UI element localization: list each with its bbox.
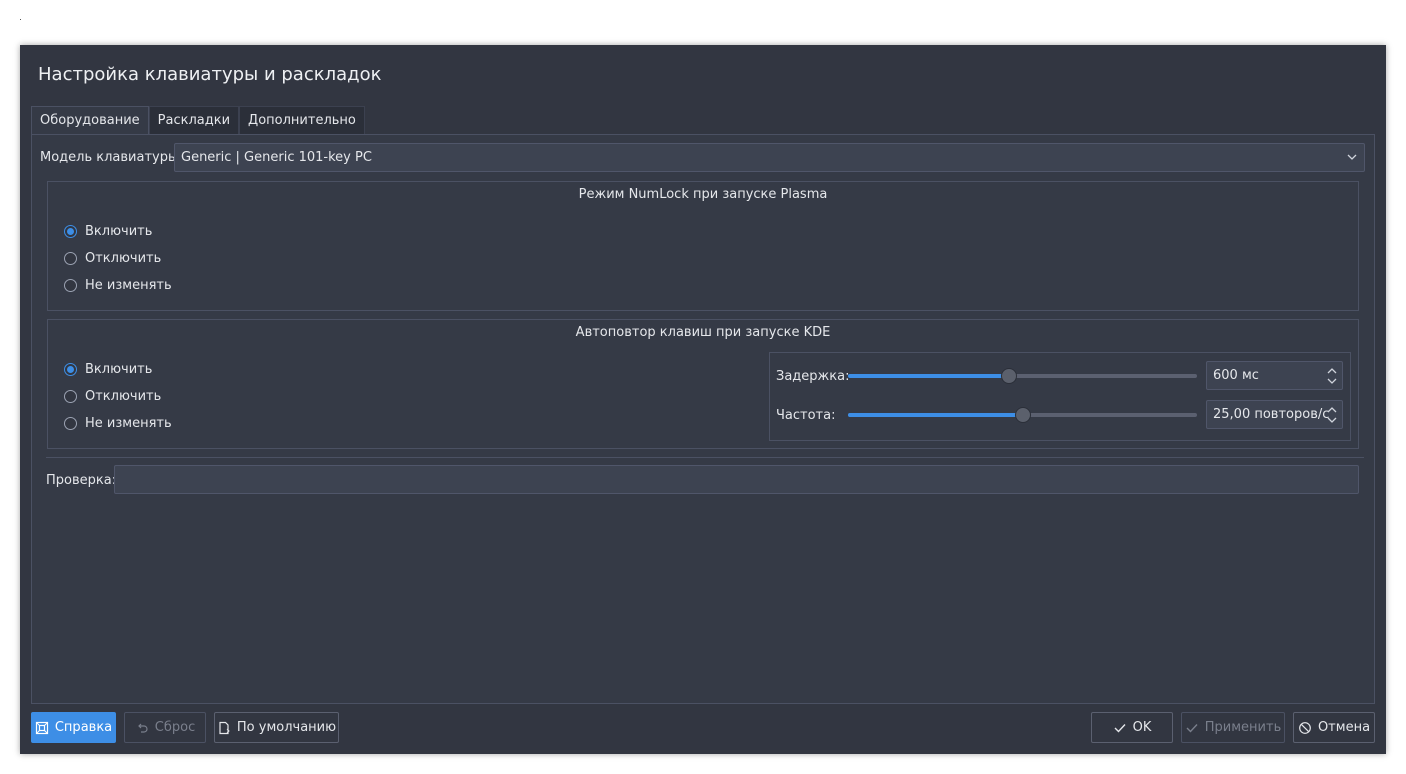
autorepeat-group: Автоповтор клавиш при запуске KDE Включи… (47, 319, 1359, 449)
test-label: Проверка: (46, 473, 117, 488)
numlock-group: Режим NumLock при запуске Plasma Включит… (47, 181, 1359, 311)
rate-label: Частота: (776, 408, 836, 423)
cancel-icon (1299, 721, 1311, 734)
autorepeat-radio-unchanged[interactable]: Не изменять (64, 416, 172, 431)
repeat-settings-box: Задержка: 600 мс Частота: 25,00 повторов… (769, 352, 1351, 441)
apply-button-label: Применить (1204, 720, 1282, 735)
reset-button[interactable]: Сброс (124, 712, 206, 743)
cancel-button[interactable]: Отмена (1293, 712, 1375, 743)
delay-label: Задержка: (776, 369, 850, 384)
numlock-radio-on-label: Включить (85, 224, 153, 239)
keyboard-model-combo[interactable]: Generic | Generic 101-key PC (174, 143, 1365, 172)
slider-handle[interactable] (1000, 368, 1017, 384)
autorepeat-radio-off[interactable]: Отключить (64, 389, 161, 404)
delay-value: 600 мс (1213, 368, 1259, 383)
numlock-radio-off-label: Отключить (85, 251, 162, 266)
checkmark-icon (1186, 723, 1198, 733)
tab-layouts[interactable]: Раскладки (148, 106, 240, 134)
rate-spinbox[interactable]: 25,00 повторов/с (1206, 400, 1343, 429)
numlock-radio-unchanged[interactable]: Не изменять (64, 278, 172, 293)
apply-button[interactable]: Применить (1181, 712, 1285, 743)
help-button-label: Справка (54, 720, 113, 735)
radio-checked-icon (64, 363, 77, 376)
window-title: Настройка клавиатуры и раскладок (38, 64, 382, 85)
separator (46, 457, 1364, 458)
numlock-radio-unchanged-label: Не изменять (85, 278, 172, 293)
undo-icon (137, 723, 148, 733)
tab-advanced[interactable]: Дополнительно (239, 106, 365, 134)
help-button[interactable]: Справка (31, 712, 116, 743)
rate-slider[interactable] (848, 407, 1197, 423)
tab-hardware[interactable]: Оборудование (31, 106, 149, 134)
spin-arrows-icon[interactable] (1326, 404, 1338, 426)
chevron-down-icon (1347, 154, 1357, 160)
radio-unchecked-icon (64, 390, 77, 403)
checkmark-icon (1114, 723, 1126, 733)
slider-fill (848, 374, 1009, 378)
keyboard-model-value: Generic | Generic 101-key PC (181, 150, 372, 165)
autorepeat-group-title: Автоповтор клавиш при запуске KDE (575, 325, 831, 340)
autorepeat-radio-on-label: Включить (85, 362, 153, 377)
defaults-button-label: По умолчанию (236, 720, 337, 735)
numlock-group-title: Режим NumLock при запуске Plasma (578, 187, 828, 202)
test-input[interactable] (114, 465, 1359, 494)
document-revert-icon (219, 721, 230, 734)
autorepeat-radio-off-label: Отключить (85, 389, 162, 404)
numlock-radio-off[interactable]: Отключить (64, 251, 161, 266)
radio-unchecked-icon (64, 417, 77, 430)
desktop-artifact (20, 19, 21, 20)
hardware-panel: Модель клавиатуры: Generic | Generic 101… (31, 134, 1375, 704)
ok-button[interactable]: OK (1091, 712, 1173, 743)
delay-spinbox[interactable]: 600 мс (1206, 361, 1343, 390)
ok-button-label: OK (1132, 720, 1152, 735)
slider-handle[interactable] (1014, 407, 1031, 423)
numlock-radio-on[interactable]: Включить (64, 224, 152, 239)
autorepeat-radio-unchanged-label: Не изменять (85, 416, 172, 431)
autorepeat-radio-on[interactable]: Включить (64, 362, 152, 377)
radio-unchecked-icon (64, 252, 77, 265)
rate-value: 25,00 повторов/с (1213, 407, 1330, 422)
slider-fill (848, 413, 1023, 417)
radio-checked-icon (64, 225, 77, 238)
tab-bar: Оборудование Раскладки Дополнительно (31, 106, 365, 134)
defaults-button[interactable]: По умолчанию (214, 712, 339, 743)
radio-unchecked-icon (64, 279, 77, 292)
reset-button-label: Сброс (154, 720, 196, 735)
cancel-button-label: Отмена (1317, 720, 1371, 735)
spin-arrows-icon[interactable] (1326, 365, 1338, 387)
keyboard-model-label: Модель клавиатуры: (40, 150, 183, 165)
delay-slider[interactable] (848, 368, 1197, 384)
help-icon (35, 721, 48, 734)
keyboard-settings-window: Настройка клавиатуры и раскладок Оборудо… (20, 45, 1386, 754)
